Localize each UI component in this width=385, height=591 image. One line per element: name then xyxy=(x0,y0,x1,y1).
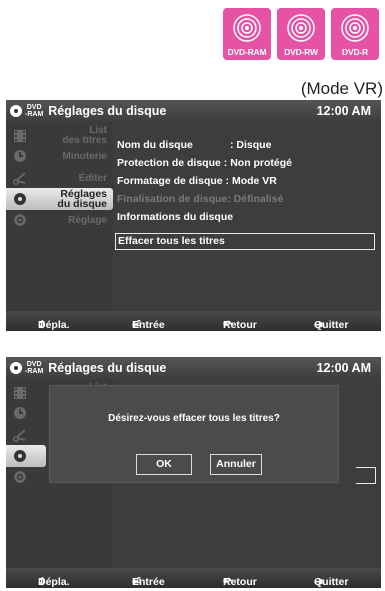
screen-title: Réglages du disque xyxy=(48,104,167,118)
sidebar-item-title-list[interactable]: List des titres xyxy=(6,125,113,146)
screen-header: DVD -RAM Réglages du disque 12:00 AM xyxy=(6,100,381,122)
badge-label: DVD-RAM xyxy=(227,47,267,57)
screen-header: DVD -RAM Réglages du disque 12:00 AM xyxy=(6,357,381,379)
dvd-rw-badge: DVD-RW xyxy=(277,8,325,60)
sidebar-item-timer[interactable]: Minuterie xyxy=(6,146,113,167)
screen-footer: ⇕ Dépla. ⏎ Entrée ↶ Retour ⇥ Quitter xyxy=(6,568,381,588)
disc-settings-menu: Nom du disque: Disque Protection de disq… xyxy=(113,122,381,322)
film-icon xyxy=(14,387,26,399)
sidebar-item-label: Minuterie xyxy=(62,151,107,162)
menu-item-disc-info[interactable]: Informations du disque xyxy=(117,211,233,223)
disc-icon xyxy=(233,14,261,42)
sidebar-item-label: des titres xyxy=(62,135,107,146)
disc-settings-screen-confirm: DVD-RAM Réglages du disque 12:00 AM List… xyxy=(6,357,381,588)
clock: 12:00 AM xyxy=(316,104,371,118)
menu-item-disc-name[interactable]: Nom du disque: Disque xyxy=(117,139,271,151)
ok-button[interactable]: OK xyxy=(136,454,192,475)
badge-label: DVD-R xyxy=(342,47,368,57)
sidebar-item-disc-settings[interactable]: Réglages du disque xyxy=(6,188,113,210)
disc-icon xyxy=(14,193,26,205)
dialog-question: Désirez-vous effacer tous les titres? xyxy=(108,413,280,424)
scissors-icon xyxy=(13,172,26,185)
screen-footer: ⇕ Dépla. ⏎ Entrée ↶ Retour ⇥ Quitter xyxy=(6,311,381,331)
gear-icon xyxy=(14,471,26,483)
dvd-icon xyxy=(10,105,22,117)
menu-item-delete-all-titles[interactable]: Effacer tous les titres xyxy=(115,233,375,250)
confirm-dialog: Désirez-vous effacer tous les titres? OK… xyxy=(49,385,339,483)
dvd-type-label: DVD -RAM xyxy=(25,361,44,375)
gear-icon xyxy=(14,214,26,226)
menu-item-finalize: Finalisation de disque: Définalisé xyxy=(117,193,284,205)
scissors-icon xyxy=(13,429,26,442)
sidebar-item-label: Réglage xyxy=(68,215,107,226)
selection-frame-edge xyxy=(356,467,376,484)
dvd-type-label: DVD -RAM xyxy=(25,104,44,118)
menu-item-disc-format[interactable]: Formatage de disque : Mode VR xyxy=(117,175,277,187)
sidebar-item-edit[interactable]: Éditer xyxy=(6,168,113,189)
disc-type-badges: DVD-RAM DVD-RW DVD-R xyxy=(223,8,379,60)
timer-icon xyxy=(14,150,26,162)
disc-icon xyxy=(14,450,26,462)
screen-title: Réglages du disque xyxy=(48,361,167,375)
timer-icon xyxy=(14,407,26,419)
sidebar: List des titres Minuterie Éditer Réglage… xyxy=(6,122,113,226)
disc-icon xyxy=(341,14,369,42)
mode-label: (Mode VR) xyxy=(300,79,383,98)
dvd-ram-badge: DVD-RAM xyxy=(223,8,271,60)
sidebar-item-label: du disque xyxy=(57,198,107,210)
disc-settings-screen: DVD -RAM Réglages du disque 12:00 AM List… xyxy=(6,100,381,331)
cancel-button[interactable]: Annuler xyxy=(210,454,262,475)
clock: 12:00 AM xyxy=(316,361,371,375)
sidebar-item-disc-settings[interactable] xyxy=(6,445,46,467)
menu-item-disc-protection[interactable]: Protection de disque : Non protégé xyxy=(117,157,292,169)
sidebar-item-setup[interactable]: Réglage xyxy=(6,210,113,231)
badge-label: DVD-RW xyxy=(284,47,318,57)
dvd-r-badge: DVD-R xyxy=(331,8,379,60)
sidebar-item-label: Éditer xyxy=(78,173,107,184)
film-icon xyxy=(14,130,26,142)
disc-icon xyxy=(287,14,315,42)
dvd-icon xyxy=(10,362,22,374)
